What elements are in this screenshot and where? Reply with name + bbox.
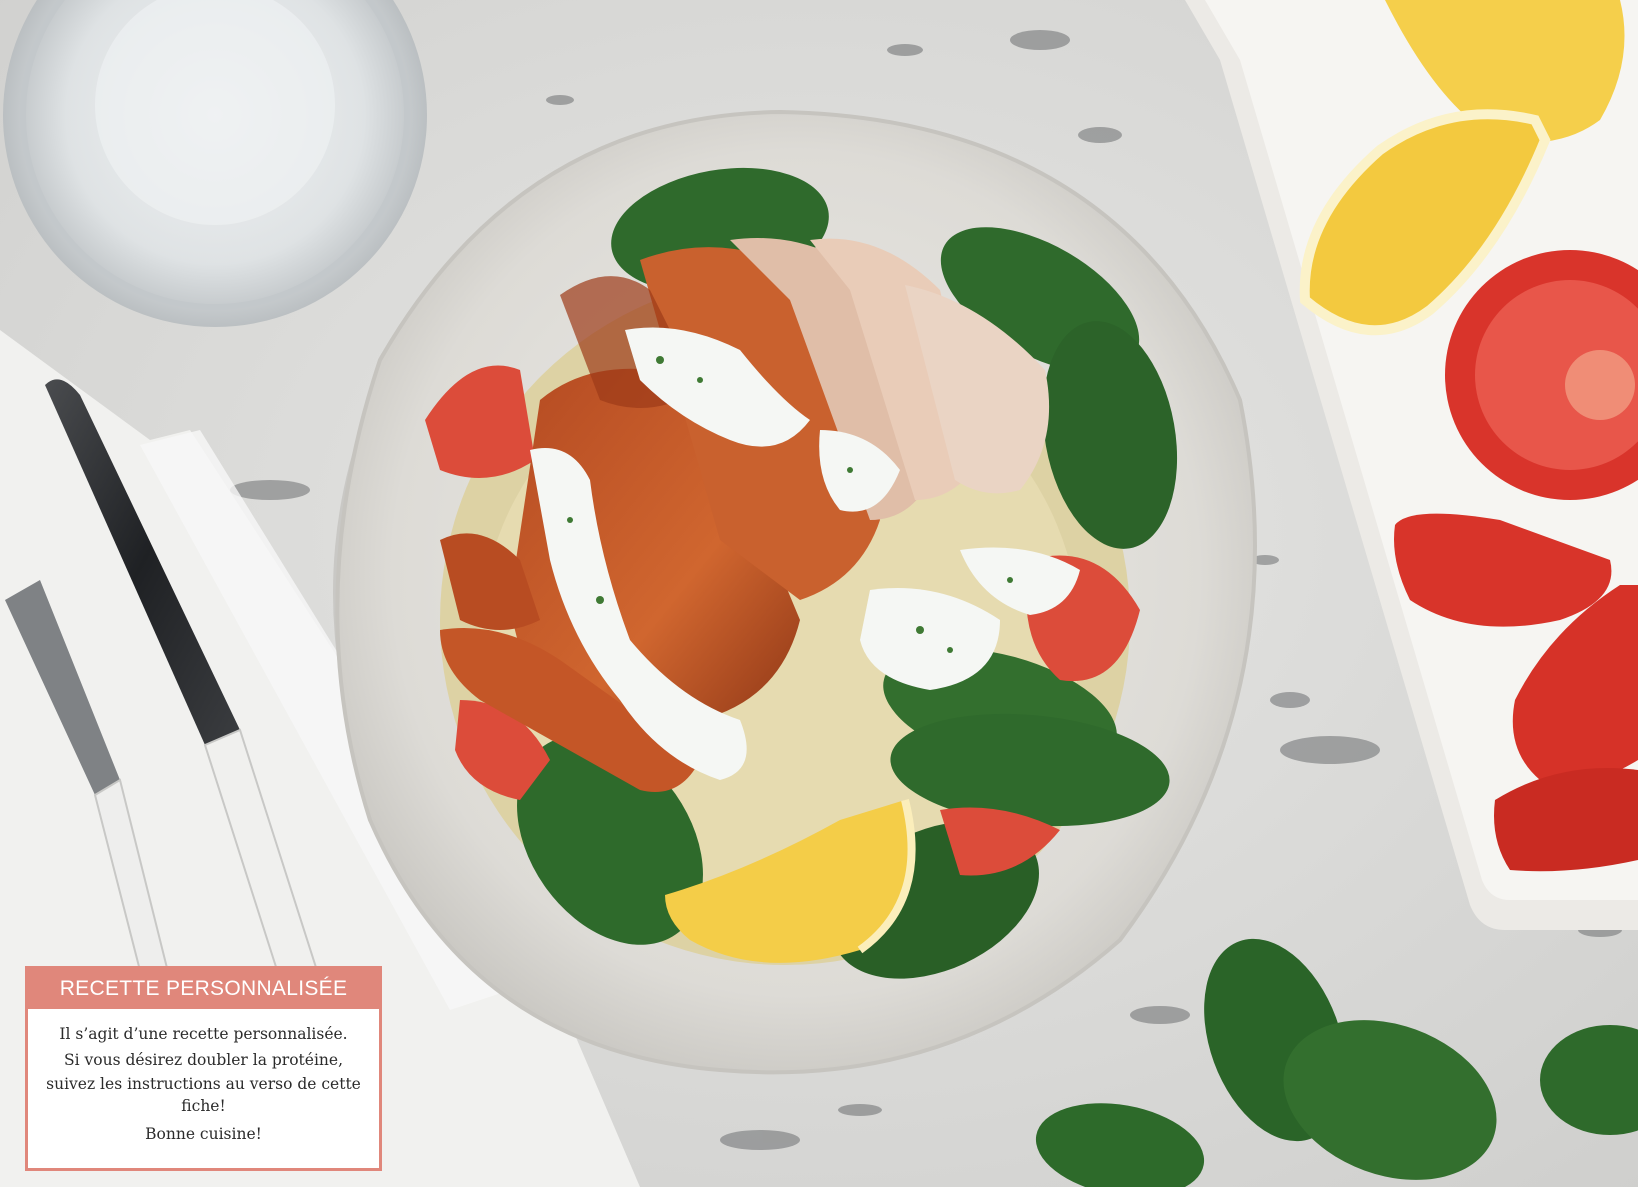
card-line-2: Si vous désirez doubler la protéine, [64, 1051, 343, 1069]
card-body: Il s’agit d’une recette personnalisée. S… [28, 1009, 379, 1147]
card-line-4: Bonne cuisine! [145, 1125, 262, 1143]
recipe-note-card: RECETTE PERSONNALISÉE Il s’agit d’une re… [25, 966, 382, 1171]
card-line-3: suivez les instructions au verso de cett… [46, 1075, 361, 1115]
card-line-1: Il s’agit d’une recette personnalisée. [59, 1025, 348, 1043]
card-title: RECETTE PERSONNALISÉE [28, 969, 379, 1009]
